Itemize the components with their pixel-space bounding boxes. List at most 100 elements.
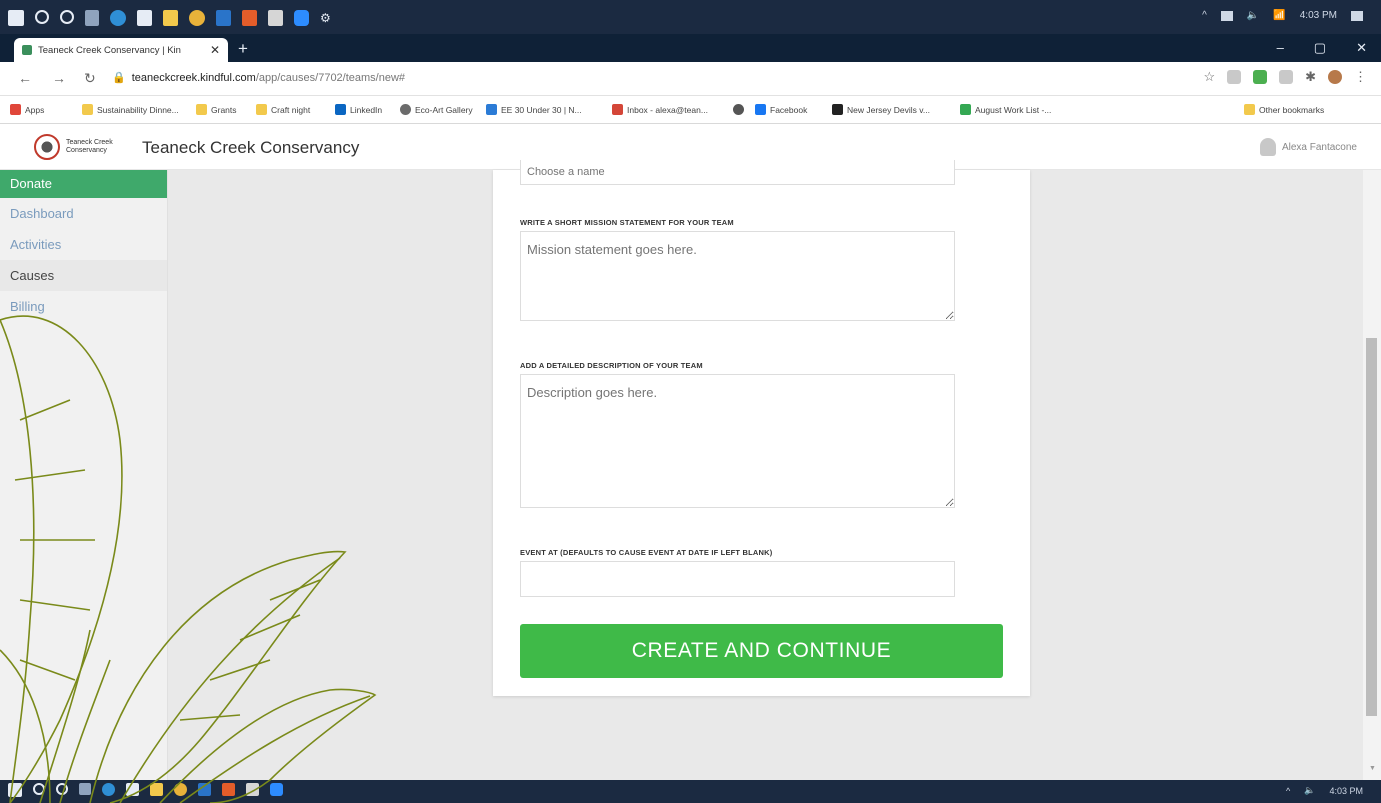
bookmark-august-work-list[interactable]: August Work List -... — [960, 104, 1051, 115]
volume-icon[interactable]: 🔈 — [1304, 785, 1315, 796]
team-form-card: WRITE A SHORT MISSION STATEMENT FOR YOUR… — [493, 160, 1030, 696]
bookmark-craft-night[interactable]: Craft night — [256, 104, 310, 115]
settings-icon[interactable]: ⚙ — [320, 10, 332, 26]
logo-text-line2: Conservancy — [66, 147, 107, 154]
chrome-icon[interactable] — [189, 10, 205, 26]
chrome-icon[interactable] — [174, 783, 187, 796]
task-view-icon[interactable] — [85, 10, 99, 26]
task-view-icon[interactable] — [79, 783, 91, 795]
bookmark-linkedin[interactable]: LinkedIn — [335, 104, 382, 115]
user-avatar-icon — [1259, 138, 1276, 156]
scrollbar-thumb[interactable] — [1366, 338, 1377, 716]
profile-avatar-icon[interactable] — [1328, 70, 1342, 84]
folder-icon — [196, 104, 207, 115]
outlook-icon[interactable] — [216, 10, 231, 26]
url-field[interactable]: 🔒 teaneckcreek.kindful.com/app/causes/770… — [112, 71, 405, 84]
bookmark-ee30[interactable]: EE 30 Under 30 | N... — [486, 104, 582, 115]
sheets-icon — [960, 104, 971, 115]
office-icon[interactable] — [242, 10, 257, 26]
file-explorer-icon[interactable] — [150, 783, 163, 796]
search-icon[interactable] — [33, 783, 45, 795]
windows-start-icon[interactable] — [8, 10, 24, 26]
store-icon[interactable] — [126, 783, 139, 796]
acrobat-icon[interactable] — [268, 10, 283, 26]
sidebar-item-causes[interactable]: Causes — [0, 260, 167, 291]
store-icon[interactable] — [137, 10, 152, 26]
zoom-icon[interactable] — [294, 10, 309, 26]
user-menu[interactable]: Alexa Fantacone — [1259, 138, 1357, 156]
browser-menu-icon[interactable]: ⋮ — [1354, 69, 1367, 85]
edge-icon[interactable] — [110, 10, 126, 26]
browser-tab[interactable]: Teaneck Creek Conservancy | Kin ✕ — [14, 38, 228, 62]
sidebar-item-donate[interactable]: Donate — [0, 170, 167, 198]
org-logo[interactable]: Teaneck Creek Conservancy — [34, 130, 128, 164]
system-clock[interactable]: 4:03 PM — [1329, 786, 1363, 796]
bookmark-globe[interactable] — [733, 104, 748, 115]
office-icon[interactable] — [222, 783, 235, 796]
extension-icon[interactable] — [1227, 70, 1242, 84]
bookmark-nj-devils[interactable]: New Jersey Devils v... — [832, 104, 930, 115]
extension-green-icon[interactable] — [1253, 70, 1268, 84]
bookmark-label: Eco-Art Gallery — [415, 104, 473, 115]
close-window-icon[interactable]: ✕ — [1356, 40, 1367, 56]
mission-textarea[interactable] — [520, 231, 955, 321]
main-content: WRITE A SHORT MISSION STATEMENT FOR YOUR… — [168, 160, 1363, 780]
windows-start-icon[interactable] — [8, 783, 22, 797]
forward-icon[interactable]: → — [52, 70, 66, 86]
bookmark-sustainability[interactable]: Sustainability Dinne... — [82, 104, 179, 115]
edge-icon[interactable] — [102, 783, 115, 796]
maximize-icon[interactable]: ▢ — [1314, 40, 1326, 56]
chevron-up-icon[interactable]: ^ — [1286, 786, 1290, 796]
bookmark-label: Sustainability Dinne... — [97, 104, 179, 115]
org-name[interactable]: Teaneck Creek Conservancy — [142, 138, 359, 158]
bookmark-grants[interactable]: Grants — [196, 104, 237, 115]
close-tab-icon[interactable]: ✕ — [210, 43, 220, 57]
bookmark-apps[interactable]: Apps — [10, 104, 44, 115]
folder-icon — [1244, 104, 1255, 115]
page-scrollbar[interactable]: ▼ — [1363, 170, 1381, 780]
cortana-icon[interactable] — [56, 783, 68, 795]
chevron-up-icon[interactable]: ^ — [1202, 10, 1207, 21]
acrobat-icon[interactable] — [246, 783, 259, 796]
battery-icon[interactable] — [1220, 10, 1233, 21]
volume-icon[interactable]: 🔈 — [1247, 10, 1259, 21]
zoom-icon[interactable] — [270, 783, 283, 796]
bookmark-eco-art[interactable]: Eco-Art Gallery — [400, 104, 473, 115]
sidebar-item-activities[interactable]: Activities — [0, 229, 167, 260]
lock-icon: 🔒 — [112, 72, 126, 84]
system-clock[interactable]: 4:03 PM — [1300, 10, 1337, 21]
cortana-icon[interactable] — [60, 10, 74, 24]
search-icon[interactable] — [35, 10, 49, 24]
sidebar-item-billing[interactable]: Billing — [0, 291, 167, 322]
minimize-icon[interactable]: – — [1277, 40, 1284, 56]
bookmark-label: LinkedIn — [350, 104, 383, 115]
description-textarea[interactable] — [520, 374, 955, 508]
extensions-puzzle-icon[interactable]: ✱ — [1305, 69, 1316, 85]
bookmark-label: Facebook — [770, 104, 808, 115]
apps-grid-icon — [10, 104, 21, 115]
network-icon[interactable]: 📶 — [1273, 10, 1285, 21]
bookmark-star-icon[interactable]: ☆ — [1203, 69, 1215, 85]
bookmark-label: EE 30 Under 30 | N... — [501, 104, 582, 115]
extension-icon-2[interactable] — [1279, 70, 1294, 84]
facebook-icon — [755, 104, 766, 115]
sidebar-item-dashboard[interactable]: Dashboard — [0, 198, 167, 229]
bookmark-label: Craft night — [271, 104, 311, 115]
file-explorer-icon[interactable] — [163, 10, 178, 26]
create-and-continue-button[interactable]: CREATE AND CONTINUE — [520, 624, 1003, 678]
notification-icon[interactable] — [1351, 10, 1363, 21]
ee30-icon — [486, 104, 497, 115]
bookmark-label: Inbox - alexa@tean... — [627, 104, 708, 115]
back-icon[interactable]: ← — [18, 70, 32, 86]
outlook-icon[interactable] — [198, 783, 211, 796]
bookmark-facebook[interactable]: Facebook — [755, 104, 807, 115]
bookmark-inbox[interactable]: Inbox - alexa@tean... — [612, 104, 708, 115]
nj-devils-icon — [832, 104, 843, 115]
reload-icon[interactable]: ↻ — [84, 70, 96, 87]
browser-tab-bar: Teaneck Creek Conservancy | Kin ✕ + – ▢ … — [0, 34, 1381, 62]
new-tab-icon[interactable]: + — [238, 39, 248, 59]
team-name-input[interactable] — [520, 160, 955, 185]
scroll-down-icon[interactable]: ▼ — [1369, 765, 1376, 772]
event-at-input[interactable] — [520, 561, 955, 597]
bookmark-other[interactable]: Other bookmarks — [1244, 104, 1324, 115]
